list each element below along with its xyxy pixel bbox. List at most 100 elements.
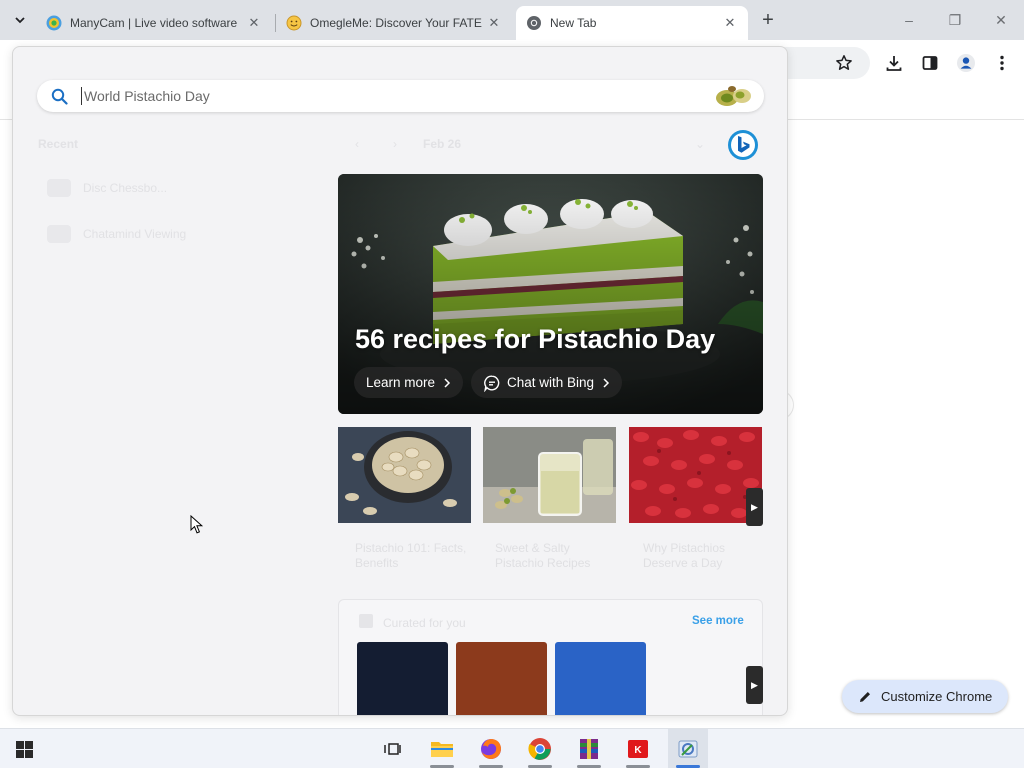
- restore-icon: ❐: [948, 11, 962, 28]
- pistachio-bowl-image: [338, 427, 471, 523]
- curated-section: Curated for you See more: [338, 599, 763, 715]
- chevron-right-icon: [444, 377, 451, 388]
- plus-icon: +: [762, 8, 774, 31]
- windows-start-icon: [15, 740, 33, 758]
- date-label: Feb 26: [423, 137, 462, 151]
- curated-next-button[interactable]: ▶: [746, 666, 763, 704]
- tab-title: New Tab: [550, 16, 597, 30]
- learn-more-label: Learn more: [366, 375, 436, 390]
- address-bar[interactable]: [780, 47, 870, 79]
- site-icon: [47, 179, 71, 197]
- side-panel-button[interactable]: [919, 52, 941, 74]
- tab-strip: ManyCam | Live video software ✕ OmegleMe…: [0, 0, 1024, 40]
- restore-button[interactable]: ❐: [943, 8, 967, 32]
- pistachio-drink-card[interactable]: [483, 427, 616, 523]
- smiley-icon: [286, 15, 302, 31]
- customize-chrome-label: Customize Chrome: [881, 689, 993, 704]
- search-input[interactable]: [81, 87, 710, 105]
- hero-card[interactable]: 56 recipes for Pistachio Day Learn more …: [338, 174, 763, 414]
- chat-with-bing-button[interactable]: Chat with Bing: [471, 367, 623, 398]
- close-icon[interactable]: ✕: [722, 15, 738, 31]
- close-icon: ✕: [995, 11, 1007, 28]
- tab-manycam[interactable]: ManyCam | Live video software ✕: [36, 6, 272, 40]
- play-arrow-icon: ▶: [751, 501, 758, 512]
- curated-item[interactable]: [456, 642, 547, 715]
- windows-taskbar: K: [0, 728, 1024, 768]
- bookmark-star-button[interactable]: [833, 52, 855, 74]
- pistachio-icon: [716, 86, 751, 106]
- side-panel-icon: [922, 56, 938, 70]
- app-red-icon: K: [628, 740, 648, 758]
- close-icon[interactable]: ✕: [246, 15, 262, 31]
- control-panel-icon: [678, 740, 698, 758]
- card-caption: Pistachio 101: Facts, Benefits: [355, 541, 467, 570]
- task-view-icon: [384, 743, 401, 755]
- recent-item[interactable]: Disc Chessbo...: [47, 177, 167, 199]
- prev-date-button[interactable]: ‹: [355, 137, 359, 151]
- play-arrow-icon: ▶: [751, 679, 758, 690]
- chrome-icon: [527, 16, 541, 30]
- winrar-icon: [580, 739, 598, 759]
- card-caption: Why Pistachios Deserve a Day: [643, 541, 726, 570]
- tab-title: ManyCam | Live video software: [70, 16, 238, 30]
- cards-next-button[interactable]: ▶: [746, 488, 763, 526]
- close-window-button[interactable]: ✕: [989, 8, 1013, 32]
- curated-item[interactable]: [357, 642, 448, 715]
- pencil-icon: [860, 691, 870, 702]
- task-view-button[interactable]: [372, 729, 412, 768]
- pistachio-drink-image: [483, 427, 616, 523]
- tab-title: OmegleMe: Discover Your FATE: [310, 16, 482, 30]
- star-icon: [836, 55, 852, 70]
- downloads-button[interactable]: [883, 52, 905, 74]
- chevron-right-icon: [603, 377, 610, 388]
- recent-item-label: Chatamind Viewing: [83, 227, 187, 241]
- svg-text:K: K: [634, 745, 642, 756]
- file-explorer-button[interactable]: [422, 729, 462, 768]
- chrome-icon: [528, 738, 551, 760]
- chrome-button[interactable]: [520, 729, 560, 768]
- chevron-down-icon: [15, 17, 25, 24]
- pistachio-bowl-card[interactable]: [338, 427, 471, 523]
- customize-chrome-button[interactable]: Customize Chrome: [842, 680, 1008, 713]
- profile-button[interactable]: [955, 52, 977, 74]
- bing-chat-icon[interactable]: [727, 129, 759, 161]
- app-red-button[interactable]: K: [618, 729, 658, 768]
- bookmark-icon: [359, 614, 373, 628]
- start-button[interactable]: [4, 729, 44, 768]
- mouse-pointer-icon: [190, 515, 204, 534]
- learn-more-button[interactable]: Learn more: [354, 367, 464, 398]
- profile-icon: [957, 54, 975, 72]
- card-caption: Sweet & Salty Pistachio Recipes: [495, 541, 591, 570]
- see-more-link[interactable]: See more: [692, 615, 744, 627]
- curated-title: Curated for you: [383, 616, 466, 630]
- next-date-button[interactable]: ›: [393, 137, 397, 151]
- chat-bubble-icon: [484, 375, 500, 392]
- tab-search-button[interactable]: [8, 8, 32, 32]
- download-icon: [886, 56, 902, 71]
- firefox-icon: [481, 739, 501, 759]
- control-panel-button[interactable]: [668, 729, 708, 768]
- recent-item[interactable]: Chatamind Viewing: [47, 223, 186, 245]
- minimize-icon: –: [905, 12, 913, 28]
- firefox-button[interactable]: [471, 729, 511, 768]
- date-dropdown-button[interactable]: ⌄: [695, 137, 705, 151]
- curated-item[interactable]: [555, 642, 646, 715]
- new-tab-button[interactable]: +: [756, 8, 780, 32]
- search-box[interactable]: [37, 80, 764, 112]
- site-icon: [47, 225, 71, 243]
- more-vert-icon: [1000, 55, 1004, 71]
- close-icon[interactable]: ✕: [486, 15, 502, 31]
- tab-omegleme[interactable]: OmegleMe: Discover Your FATE ✕: [276, 6, 512, 40]
- red-pistachios-card[interactable]: [629, 427, 762, 523]
- recent-item-label: Disc Chessbo...: [83, 181, 168, 195]
- file-explorer-icon: [431, 742, 453, 757]
- recent-title: Recent: [38, 137, 79, 151]
- tab-new-tab[interactable]: New Tab ✕: [516, 6, 748, 40]
- chat-with-bing-label: Chat with Bing: [507, 375, 595, 390]
- hero-title: 56 recipes for Pistachio Day: [355, 324, 716, 354]
- minimize-button[interactable]: –: [897, 8, 921, 32]
- menu-button[interactable]: [991, 52, 1013, 74]
- manycam-icon: [46, 15, 62, 31]
- winrar-button[interactable]: [569, 729, 609, 768]
- red-pistachios-image: [629, 427, 762, 523]
